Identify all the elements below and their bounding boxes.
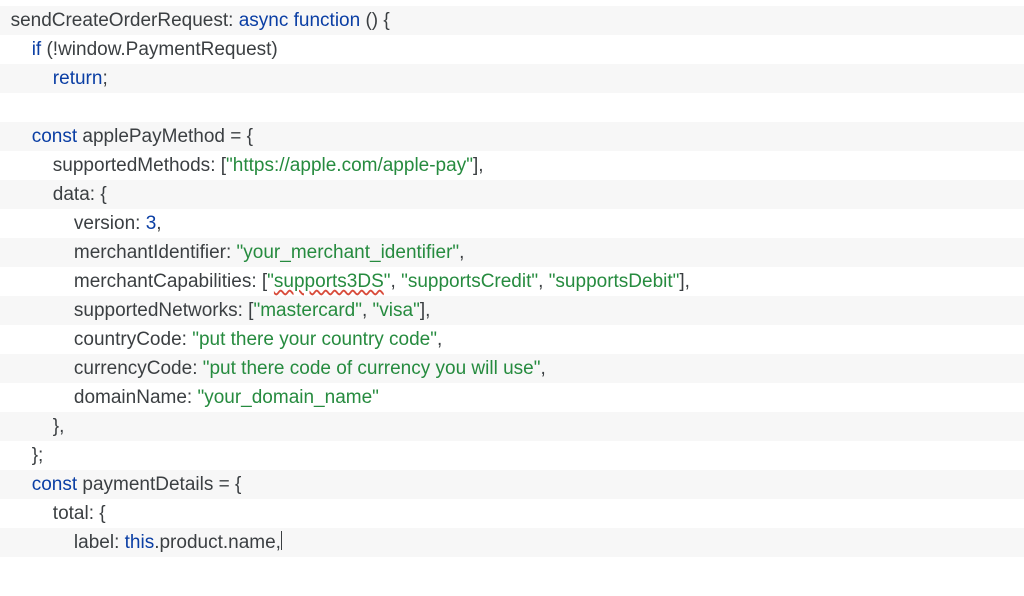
string-literal: "supportsCredit" xyxy=(401,271,538,292)
keyword-if: if xyxy=(32,39,42,60)
code-line: label: this.product.name, xyxy=(0,528,1024,557)
string-literal: "your_merchant_identifier" xyxy=(237,242,460,263)
code-line: if (!window.PaymentRequest) xyxy=(0,35,1024,64)
code-line: currencyCode: "put there code of currenc… xyxy=(0,354,1024,383)
code-line: }, xyxy=(0,412,1024,441)
string-literal: "your_domain_name" xyxy=(197,387,378,408)
code-line: total: { xyxy=(0,499,1024,528)
string-literal: "visa" xyxy=(373,300,420,321)
keyword-async: async xyxy=(239,10,289,31)
property-key: currencyCode xyxy=(74,358,192,379)
code-line: supportedNetworks: ["mastercard", "visa"… xyxy=(0,296,1024,325)
string-literal: "supportsDebit" xyxy=(549,271,680,292)
code-line: countryCode: "put there your country cod… xyxy=(0,325,1024,354)
code-line: version: 3, xyxy=(0,209,1024,238)
code-line: sendCreateOrderRequest: async function (… xyxy=(0,6,1024,35)
property-key: total xyxy=(53,503,89,524)
code-line: domainName: "your_domain_name" xyxy=(0,383,1024,412)
keyword-const: const xyxy=(32,474,77,495)
property-key: label xyxy=(74,532,114,553)
property-key: merchantCapabilities xyxy=(74,271,251,292)
identifier: paymentDetails xyxy=(82,474,213,495)
property-key: supportedNetworks xyxy=(74,300,238,321)
spellcheck-word: supports3DS xyxy=(274,271,384,292)
property-key: domainName xyxy=(74,387,187,408)
property-key: supportedMethods xyxy=(53,155,210,176)
keyword-return: return xyxy=(53,68,103,89)
code-line: merchantIdentifier: "your_merchant_ident… xyxy=(0,238,1024,267)
code-blank-line xyxy=(0,93,1024,122)
code-line: }; xyxy=(0,441,1024,470)
property-key: data xyxy=(53,184,90,205)
code-line: merchantCapabilities: ["supports3DS", "s… xyxy=(0,267,1024,296)
identifier: sendCreateOrderRequest xyxy=(11,10,229,31)
code-line: supportedMethods: ["https://apple.com/ap… xyxy=(0,151,1024,180)
code-line: data: { xyxy=(0,180,1024,209)
text-cursor xyxy=(281,531,282,550)
identifier: applePayMethod xyxy=(82,126,225,147)
property-key: merchantIdentifier xyxy=(74,242,226,263)
string-literal: "put there your country code" xyxy=(192,329,437,350)
member-access: .product.name, xyxy=(154,532,281,553)
code-block: sendCreateOrderRequest: async function (… xyxy=(0,0,1024,557)
property-key: version xyxy=(74,213,135,234)
string-literal: "https://apple.com/apple-pay" xyxy=(226,155,473,176)
number-literal: 3 xyxy=(146,213,157,234)
condition: (!window.PaymentRequest) xyxy=(46,39,277,60)
keyword-function: function xyxy=(294,10,361,31)
code-line: const applePayMethod = { xyxy=(0,122,1024,151)
keyword-this: this xyxy=(125,532,155,553)
keyword-const: const xyxy=(32,126,77,147)
code-line: return; xyxy=(0,64,1024,93)
string-literal: "put there code of currency you will use… xyxy=(203,358,541,379)
string-literal: "mastercard" xyxy=(253,300,362,321)
property-key: countryCode xyxy=(74,329,182,350)
code-line: const paymentDetails = { xyxy=(0,470,1024,499)
